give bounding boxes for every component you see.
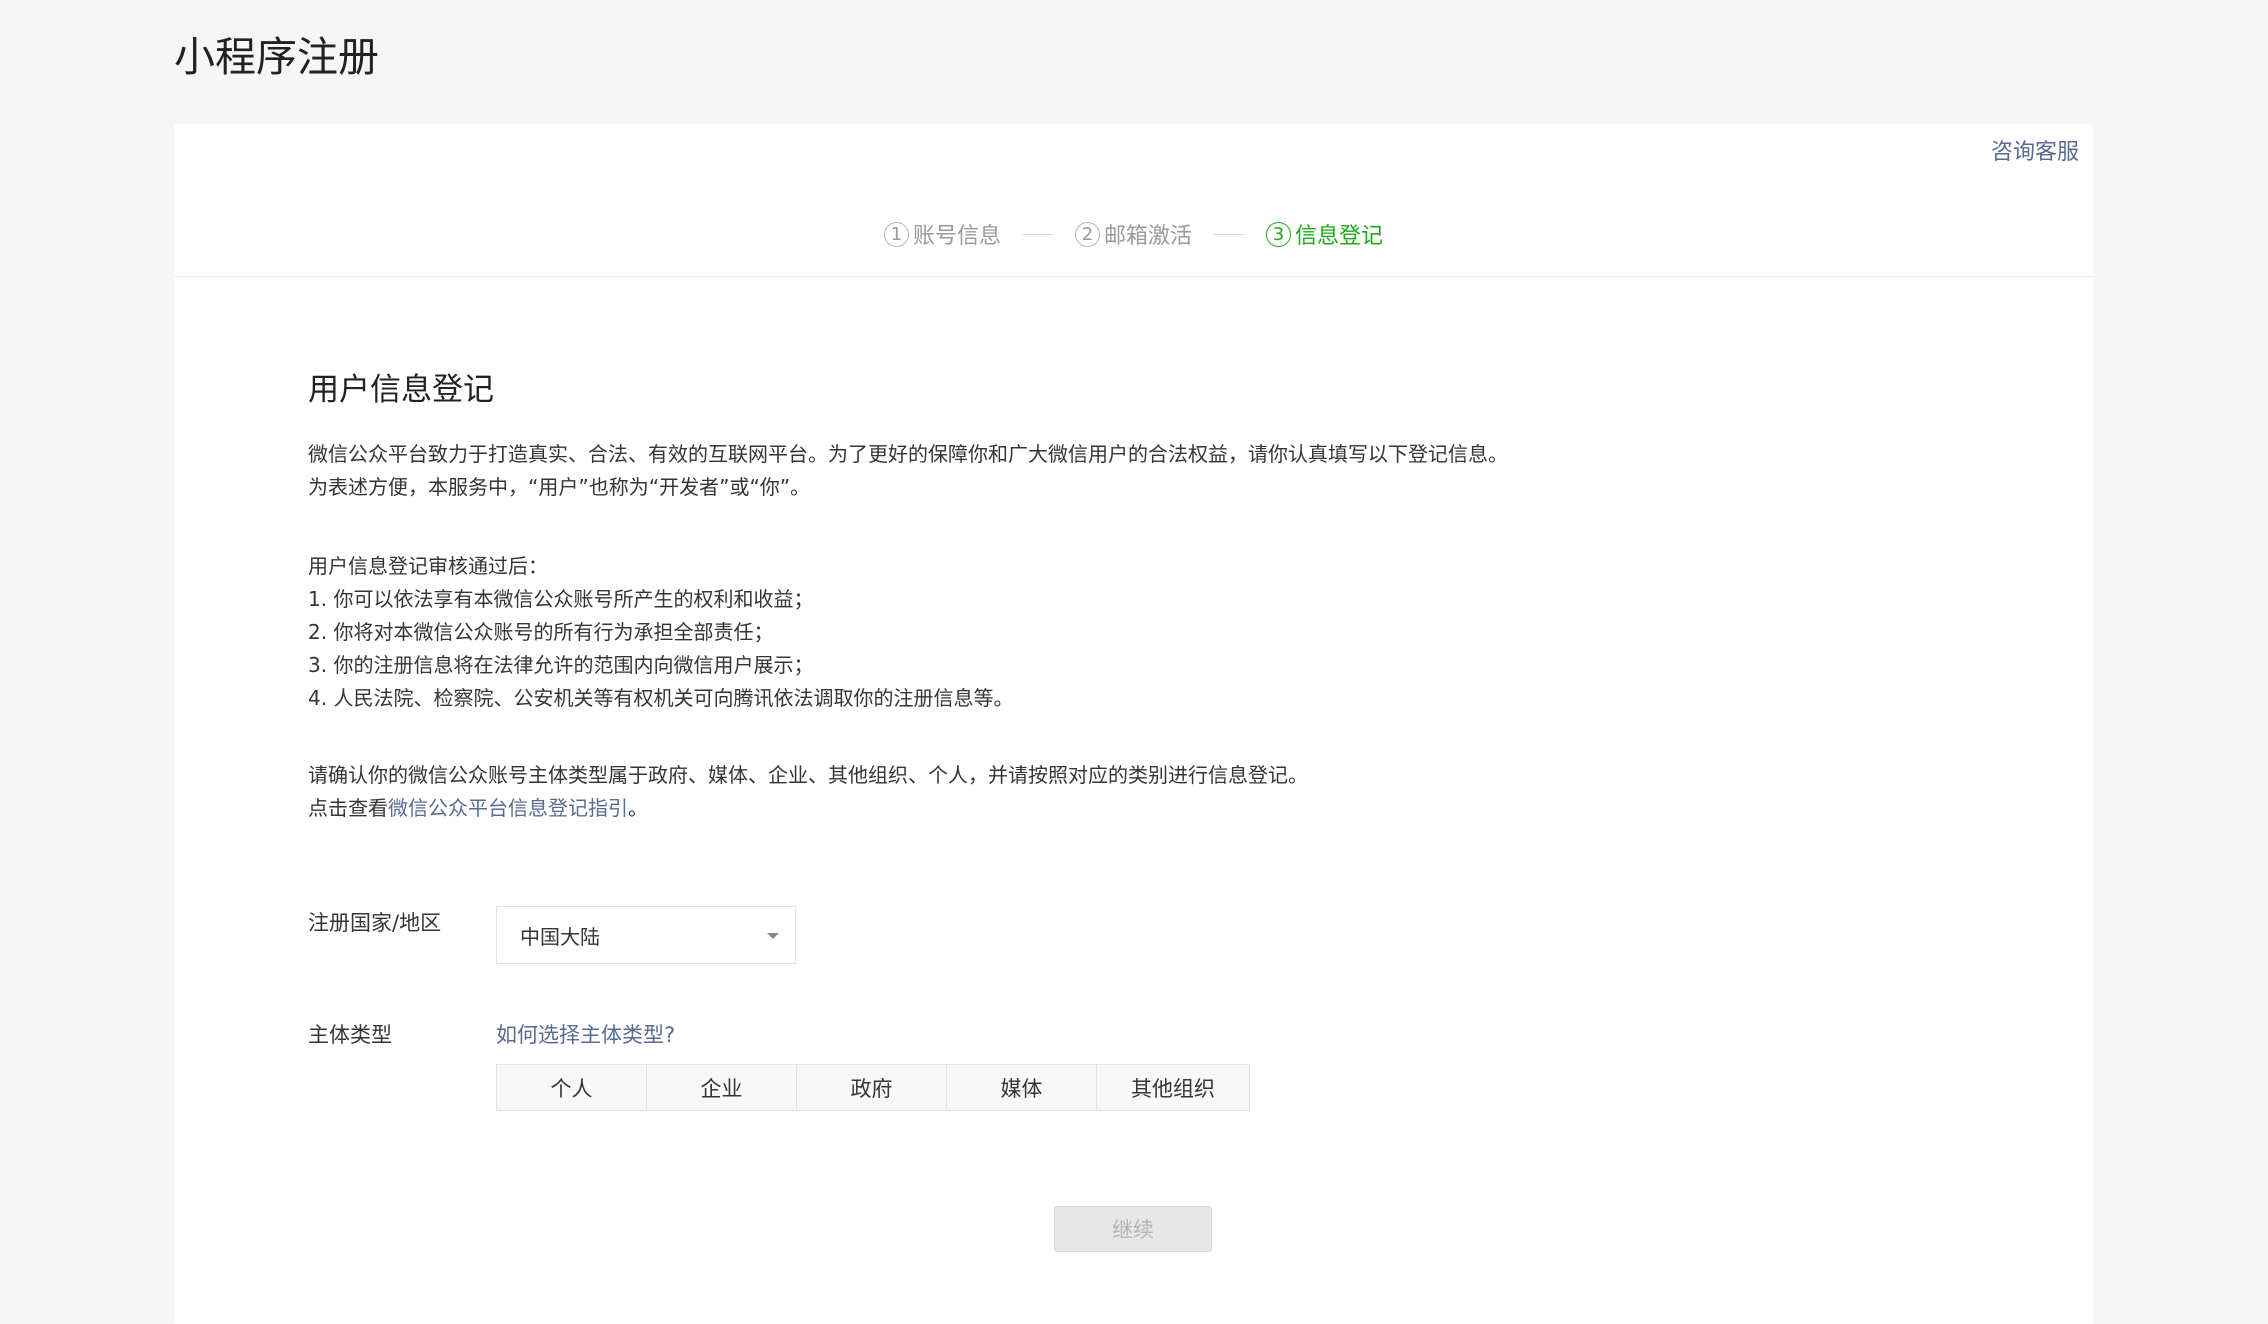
- continue-button[interactable]: 继续: [1054, 1206, 1212, 1252]
- confirm-type-text: 请确认你的微信公众账号主体类型属于政府、媒体、企业、其他组织、个人，并请按照对应…: [308, 763, 1308, 787]
- guide-line: 点击查看微信公众平台信息登记指引。: [308, 792, 1908, 825]
- entity-type-help-link[interactable]: 如何选择主体类型?: [496, 1020, 1250, 1050]
- step-number-2: 2: [1074, 221, 1100, 247]
- intro-text-1: 微信公众平台致力于打造真实、合法、有效的互联网平台。为了更好的保障你和广大微信用…: [308, 442, 1508, 466]
- after-approval-title: 用户信息登记审核通过后：: [308, 554, 548, 578]
- entity-type-row: 主体类型 如何选择主体类型? 个人 企业 政府 媒体 其他组织: [308, 1020, 1250, 1111]
- after-approval-item: 4. 人民法院、检察院、公安机关等有权机关可向腾讯依法调取你的注册信息等。: [308, 686, 1014, 710]
- step-account-info: 1 账号信息: [883, 218, 1001, 250]
- info-content: 用户信息登记 微信公众平台致力于打造真实、合法、有效的互联网平台。为了更好的保障…: [308, 368, 1908, 825]
- step-connector: [1022, 233, 1053, 235]
- section-title: 用户信息登记: [308, 372, 494, 408]
- step-label: 账号信息: [912, 224, 1001, 249]
- entity-type-tabs: 个人 企业 政府 媒体 其他组织: [496, 1064, 1250, 1111]
- customer-service-link[interactable]: 咨询客服: [1991, 138, 2079, 168]
- after-approval-item: 3. 你的注册信息将在法律允许的范围内向微信用户展示；: [308, 653, 814, 677]
- chevron-down-icon: [767, 933, 779, 939]
- step-number-1: 1: [883, 221, 909, 247]
- step-label: 信息登记: [1295, 224, 1384, 249]
- region-row: 注册国家/地区 中国大陆: [308, 906, 796, 964]
- header-divider: [174, 276, 2093, 277]
- region-select[interactable]: 中国大陆: [496, 906, 796, 964]
- registration-card: 咨询客服 1 账号信息 2 邮箱激活 3 信息登记 用户信息登记 微信公众平台致…: [174, 124, 2093, 1324]
- guide-prefix: 点击查看: [308, 796, 388, 820]
- progress-steps: 1 账号信息 2 邮箱激活 3 信息登记: [174, 218, 2093, 250]
- entity-type-label: 主体类型: [308, 1023, 392, 1047]
- after-approval-item: 2. 你将对本微信公众账号的所有行为承担全部责任；: [308, 620, 774, 644]
- step-number-3: 3: [1266, 221, 1291, 247]
- step-email-activation: 2 邮箱激活: [1074, 218, 1192, 250]
- entity-type-enterprise[interactable]: 企业: [647, 1065, 797, 1110]
- region-label: 注册国家/地区: [308, 911, 442, 935]
- registration-guide-link[interactable]: 微信公众平台信息登记指引: [388, 796, 628, 820]
- entity-type-field: 如何选择主体类型? 个人 企业 政府 媒体 其他组织: [496, 1020, 1250, 1111]
- page-title: 小程序注册: [174, 33, 379, 81]
- intro-text-2: 为表述方便，本服务中，“用户”也称为“开发者”或“你”。: [308, 475, 811, 499]
- entity-type-media[interactable]: 媒体: [947, 1065, 1097, 1110]
- after-approval-item: 1. 你可以依法享有本微信公众账号所产生的权利和收益；: [308, 587, 814, 611]
- guide-suffix: 。: [628, 796, 648, 820]
- entity-type-government[interactable]: 政府: [797, 1065, 947, 1110]
- step-info-registration: 3 信息登记: [1266, 218, 1383, 250]
- entity-type-individual[interactable]: 个人: [497, 1065, 647, 1110]
- region-select-value: 中国大陆: [520, 924, 600, 949]
- step-label: 邮箱激活: [1103, 224, 1192, 249]
- entity-type-other-org[interactable]: 其他组织: [1097, 1065, 1249, 1110]
- step-connector: [1214, 233, 1244, 235]
